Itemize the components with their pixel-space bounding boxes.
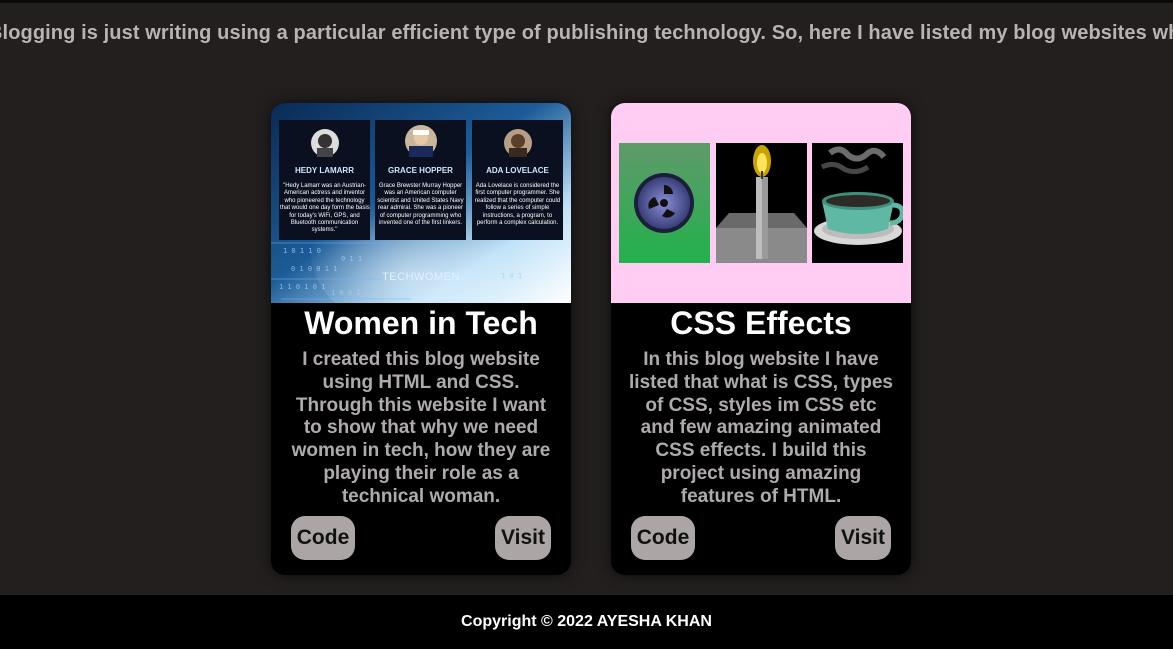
spinner-effect-tile <box>619 143 710 263</box>
spinner-icon <box>619 143 710 263</box>
hedy-lamarr-avatar <box>310 129 339 157</box>
panel-text: "Hedy Lamarr was an Austrian- American a… <box>280 183 370 234</box>
coffee-cup-icon <box>812 143 903 263</box>
copyright-text: Copyright © 2022 AYESHA KHAN <box>461 613 712 630</box>
panel-ada-lovelace: ADA LOVELACE Ada Lovelace is considered … <box>472 120 563 240</box>
panel-text: Grace Brewster Murray Hopper was an Amer… <box>377 183 464 227</box>
marquee-text: Blogging is just writing using a particu… <box>0 22 1173 44</box>
card-description: I created this blog website using HTML a… <box>291 349 551 507</box>
svg-text:1 0 1 1 0: 1 0 1 1 0 <box>283 247 321 255</box>
code-button[interactable]: Code <box>291 516 355 560</box>
card-title: CSS Effects <box>670 305 852 341</box>
svg-text:0 1 1: 0 1 1 <box>341 255 362 263</box>
card-description: In this blog website I have listed that … <box>629 349 893 507</box>
footer: Copyright © 2022 AYESHA KHAN <box>0 595 1173 649</box>
css-effects-preview-image <box>611 103 911 303</box>
svg-text:1 1 0 1 0 1: 1 1 0 1 0 1 <box>279 283 325 291</box>
panel-name: ADA LOVELACE <box>486 166 549 175</box>
grace-hopper-avatar <box>404 125 437 157</box>
panel-grace-hopper: GRACE HOPPER Grace Brewster Murray Hoppe… <box>375 120 466 240</box>
techwomen-logo: TECHWOMEN <box>382 271 460 283</box>
panel-text: Ada Lovelace is considered the first com… <box>474 183 561 227</box>
panel-name: HEDY LAMARR <box>295 166 354 175</box>
svg-text:1 0 0 1: 1 0 0 1 <box>331 289 361 297</box>
panel-name: GRACE HOPPER <box>388 166 453 175</box>
top-border <box>0 0 1173 3</box>
marquee-banner: Blogging is just writing using a particu… <box>0 22 1173 48</box>
women-in-tech-preview-image: 1 0 1 1 0 0 1 0 0 1 1 1 1 0 1 0 1 0 1 1 … <box>271 103 571 303</box>
panel-hedy-lamarr: HEDY LAMARR "Hedy Lamarr was an Austrian… <box>279 120 370 240</box>
ada-lovelace-avatar <box>503 129 532 157</box>
candle-icon <box>716 143 807 263</box>
visit-button[interactable]: Visit <box>835 516 891 560</box>
visit-button[interactable]: Visit <box>495 516 551 560</box>
project-card-women-in-tech: 1 0 1 1 0 0 1 0 0 1 1 1 1 0 1 0 1 0 1 1 … <box>271 103 571 575</box>
coffee-cup-effect-tile <box>812 143 903 263</box>
project-card-css-effects: CSS Effects In this blog website I have … <box>611 103 911 575</box>
card-title: Women in Tech <box>304 305 538 341</box>
candle-effect-tile <box>716 143 807 263</box>
code-button[interactable]: Code <box>631 516 695 560</box>
